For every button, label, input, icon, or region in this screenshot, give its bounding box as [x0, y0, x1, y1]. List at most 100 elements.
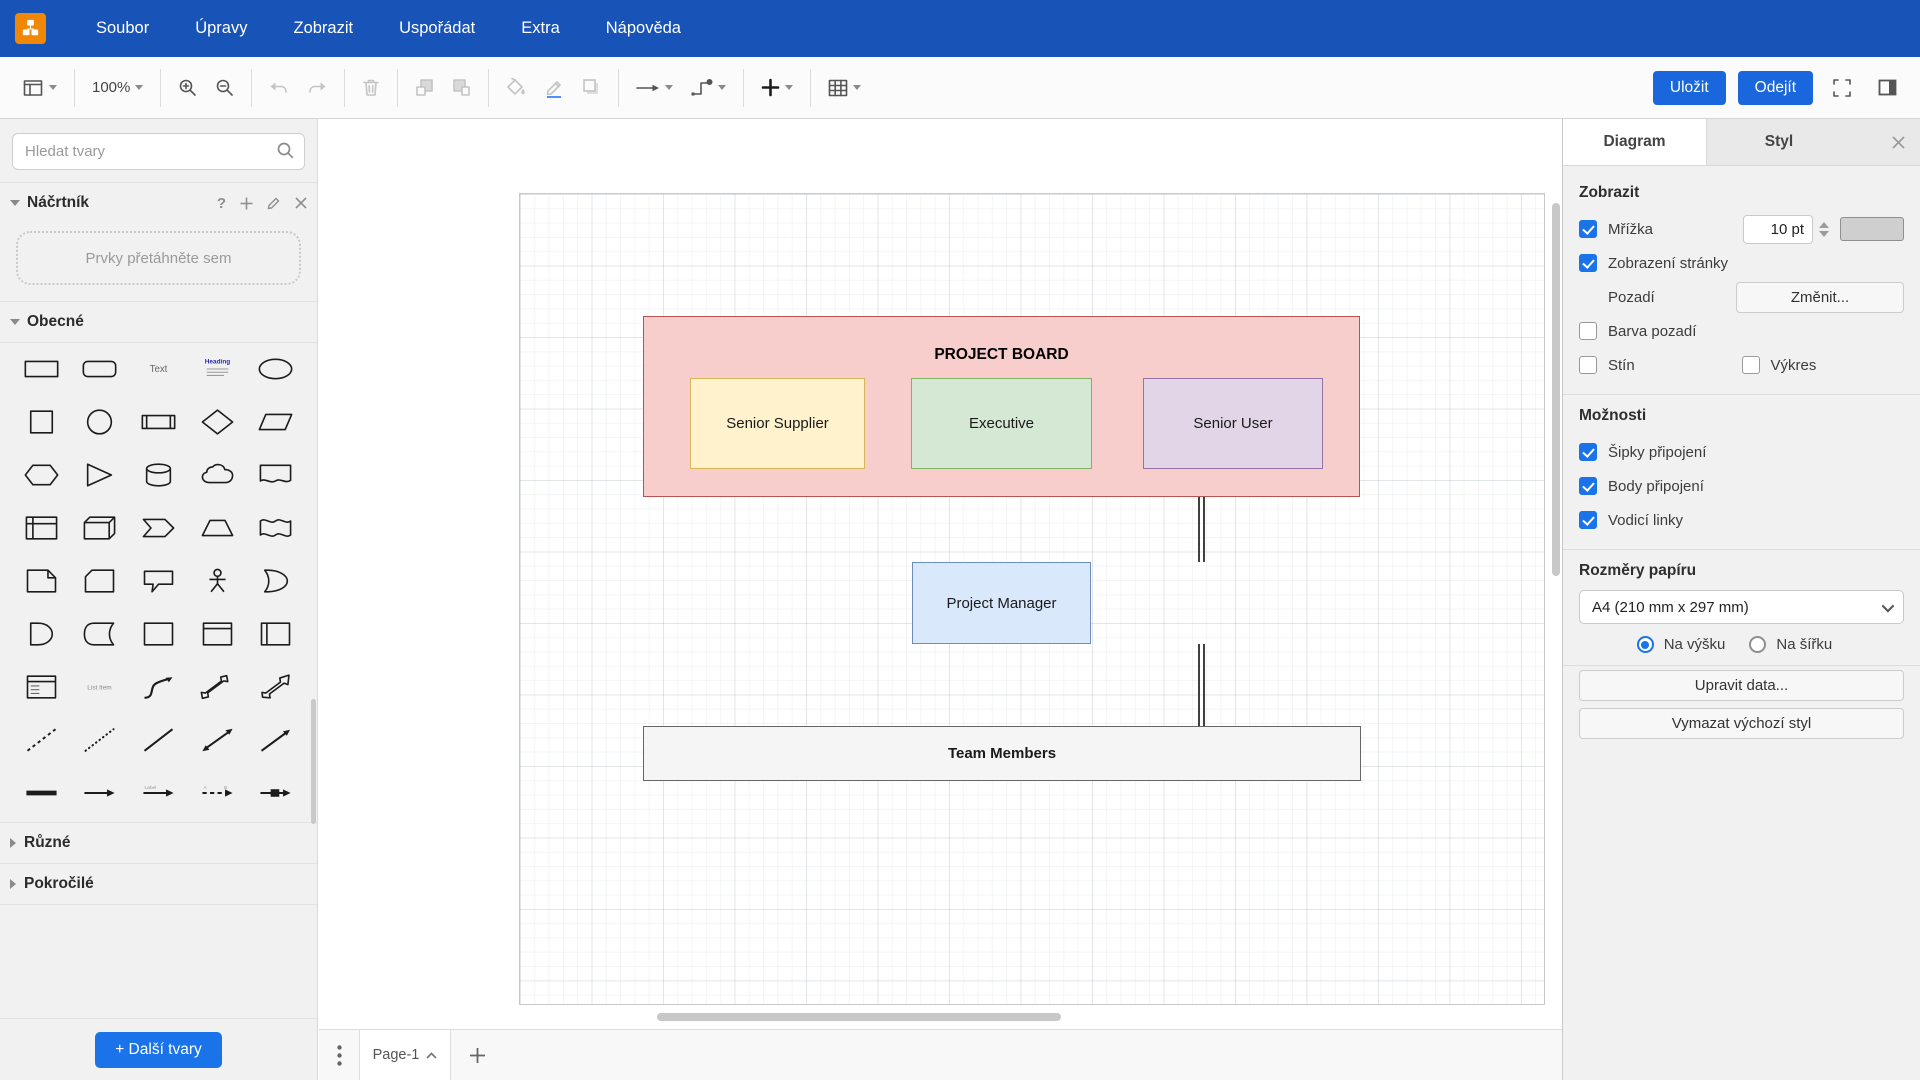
grid-color-swatch[interactable]: [1840, 217, 1904, 241]
shape-step[interactable]: [129, 506, 188, 549]
shape-arrow[interactable]: [246, 665, 305, 708]
more-shapes-button[interactable]: + Další tvary: [95, 1032, 222, 1068]
shape-and[interactable]: [12, 612, 71, 655]
insert-button[interactable]: [754, 71, 800, 104]
grid-label[interactable]: Mřížka: [1608, 221, 1653, 238]
shape-hexagon[interactable]: [12, 453, 71, 496]
to-back-button[interactable]: [445, 71, 478, 104]
scratchpad-help-icon[interactable]: ?: [217, 195, 226, 212]
shape-list-item[interactable]: List Item: [71, 665, 130, 708]
shape-or[interactable]: [246, 559, 305, 602]
exit-button[interactable]: Odejít: [1738, 71, 1813, 105]
shape-container[interactable]: [129, 612, 188, 655]
save-button[interactable]: Uložit: [1653, 71, 1726, 105]
shape-curve[interactable]: [129, 665, 188, 708]
shape-document[interactable]: [246, 453, 305, 496]
shape-rectangle[interactable]: [12, 347, 71, 390]
canvas-vertical-scrollbar[interactable]: [1552, 203, 1560, 576]
shape-card[interactable]: [71, 559, 130, 602]
scratchpad-add-icon[interactable]: [240, 197, 253, 210]
waypoints-button[interactable]: [684, 71, 733, 105]
shape-dashed-line[interactable]: [12, 718, 71, 761]
bg-color-label[interactable]: Barva pozadí: [1608, 323, 1696, 340]
section-advanced-header[interactable]: Pokročilé: [0, 864, 317, 904]
shape-process[interactable]: [129, 400, 188, 443]
node-senior-user[interactable]: Senior User: [1143, 378, 1323, 469]
shape-callout[interactable]: [129, 559, 188, 602]
shape-parallelogram[interactable]: [246, 400, 305, 443]
shape-rounded-rectangle[interactable]: [71, 347, 130, 390]
landscape-label[interactable]: Na šířku: [1776, 636, 1832, 653]
shadow-checkbox[interactable]: [1579, 356, 1597, 374]
shape-heading[interactable]: Heading: [188, 347, 247, 390]
node-team-members[interactable]: Team Members: [643, 726, 1361, 781]
shadow-button[interactable]: [575, 71, 608, 104]
shape-container-vertical[interactable]: [246, 612, 305, 655]
shape-cube[interactable]: [71, 506, 130, 549]
section-misc-header[interactable]: Různé: [0, 823, 317, 863]
shape-filled-edge[interactable]: [12, 771, 71, 814]
to-front-button[interactable]: [408, 71, 441, 104]
shadow-label[interactable]: Stín: [1608, 357, 1635, 374]
page-tab[interactable]: Page-1: [359, 1030, 451, 1080]
shape-note[interactable]: [12, 559, 71, 602]
shape-cloud[interactable]: [188, 453, 247, 496]
shape-actor[interactable]: [188, 559, 247, 602]
scratchpad-edit-icon[interactable]: [267, 196, 281, 210]
shape-cylinder[interactable]: [129, 453, 188, 496]
guides-checkbox[interactable]: [1579, 511, 1597, 529]
menu-zobrazit[interactable]: Zobrazit: [279, 11, 367, 46]
node-executive[interactable]: Executive: [911, 378, 1092, 469]
shape-dotted-line[interactable]: [71, 718, 130, 761]
bg-color-checkbox[interactable]: [1579, 322, 1597, 340]
shape-connector-symbol[interactable]: [246, 771, 305, 814]
tab-style[interactable]: Styl: [1707, 119, 1851, 165]
menu-upravy[interactable]: Úpravy: [181, 11, 261, 46]
shape-container-title[interactable]: [188, 612, 247, 655]
edit-data-button[interactable]: Upravit data...: [1579, 670, 1904, 701]
undo-button[interactable]: [262, 73, 296, 103]
sketch-label[interactable]: Výkres: [1771, 357, 1817, 374]
table-button[interactable]: [821, 72, 868, 104]
clear-default-style-button[interactable]: Vymazat výchozí styl: [1579, 708, 1904, 739]
grid-size-stepper[interactable]: [1816, 215, 1832, 244]
page-view-checkbox[interactable]: [1579, 254, 1597, 272]
menu-soubor[interactable]: Soubor: [82, 11, 163, 46]
shape-data-storage[interactable]: [71, 612, 130, 655]
zoom-out-button[interactable]: [208, 71, 241, 104]
node-project-manager[interactable]: Project Manager: [912, 562, 1091, 644]
connection-points-checkbox[interactable]: [1579, 477, 1597, 495]
portrait-label[interactable]: Na výšku: [1664, 636, 1726, 653]
section-general-header[interactable]: Obecné: [0, 302, 317, 342]
tab-diagram[interactable]: Diagram: [1563, 119, 1707, 165]
sidebar-scrollbar[interactable]: [311, 699, 316, 824]
shape-list[interactable]: [12, 665, 71, 708]
page-view-label[interactable]: Zobrazení stránky: [1608, 255, 1728, 272]
page-sheet[interactable]: PROJECT BOARD Senior Supplier Executive …: [519, 193, 1545, 1005]
edge-board-to-manager[interactable]: [1198, 497, 1205, 562]
drawing-canvas[interactable]: PROJECT BOARD Senior Supplier Executive …: [319, 119, 1562, 1029]
menu-usporadat[interactable]: Uspořádat: [385, 11, 489, 46]
shape-line[interactable]: [129, 718, 188, 761]
connection-arrows-checkbox[interactable]: [1579, 443, 1597, 461]
shape-text[interactable]: Text: [129, 347, 188, 390]
shape-directional-connector[interactable]: [246, 718, 305, 761]
connection-points-label[interactable]: Body připojení: [1608, 478, 1704, 495]
shape-edge-arrow[interactable]: [71, 771, 130, 814]
menu-napoveda[interactable]: Nápověda: [592, 11, 695, 46]
scratchpad-dropzone[interactable]: Prvky přetáhněte sem: [16, 231, 301, 285]
shape-bidirectional-arrow[interactable]: [188, 665, 247, 708]
scratchpad-close-icon[interactable]: [295, 197, 307, 209]
shape-dashed-edge[interactable]: AB: [188, 771, 247, 814]
shape-trapezoid[interactable]: [188, 506, 247, 549]
connection-button[interactable]: [629, 75, 680, 101]
fill-color-button[interactable]: [499, 71, 533, 104]
shape-ellipse[interactable]: [246, 347, 305, 390]
line-color-button[interactable]: [537, 71, 571, 105]
zoom-in-button[interactable]: [171, 71, 204, 104]
pages-menu-button[interactable]: [319, 1030, 359, 1080]
view-button[interactable]: [16, 72, 64, 104]
paper-size-select[interactable]: A4 (210 mm x 297 mm): [1579, 590, 1904, 624]
sketch-checkbox[interactable]: [1742, 356, 1760, 374]
shape-bidirectional-connector[interactable]: [188, 718, 247, 761]
